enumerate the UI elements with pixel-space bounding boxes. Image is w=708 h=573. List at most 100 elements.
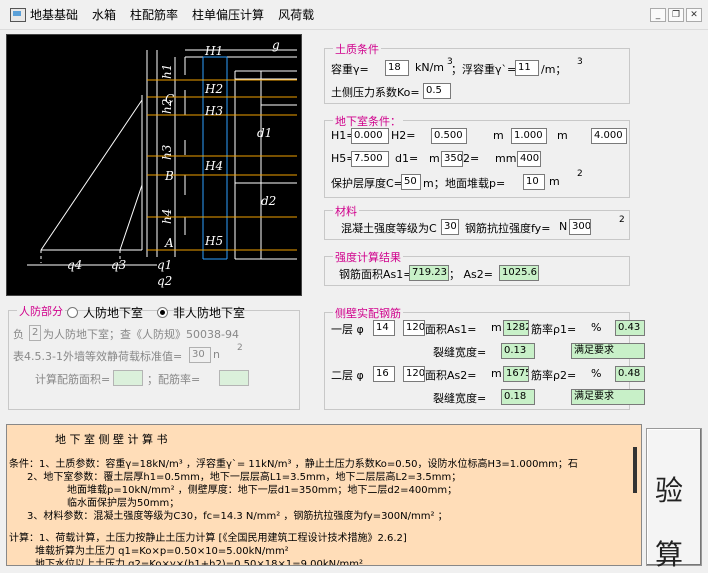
as1-label: 钢筋面积As1= <box>339 268 413 281</box>
menu-item-wind-load[interactable]: 风荷载 <box>278 6 314 23</box>
surcharge-label: 地面堆载p= <box>445 177 506 190</box>
civil-sup2: 2 <box>237 343 243 353</box>
buoyant-weight-label: ；浮容重γ`= <box>451 63 517 76</box>
layer1-diameter-input[interactable]: 14 <box>373 320 395 336</box>
civil-static-load-unit: n <box>213 348 220 361</box>
concrete-grade-input[interactable]: 30 <box>441 219 459 235</box>
k0-input[interactable]: 0.5 <box>423 83 451 99</box>
civil-defense-title: 人防部分 <box>17 303 65 319</box>
menu-item-foundation[interactable]: 地基基础 <box>30 6 78 23</box>
crack1-label: 裂缝宽度= <box>433 346 487 359</box>
diagram-label-d2: d2 <box>261 194 276 208</box>
minimize-button[interactable]: _ <box>650 8 666 22</box>
diagram-label-h3-upper: H3 <box>204 104 223 118</box>
civil-line1-prefix: 负 <box>13 328 24 341</box>
soil-title: 土质条件 <box>333 41 381 57</box>
diagram-label-d1: d1 <box>257 126 272 140</box>
radio-non-civil-basement[interactable] <box>157 307 168 318</box>
d1-input[interactable]: 350 <box>441 151 463 167</box>
verify-button-char2: 算 <box>655 538 684 571</box>
menu-item-column-ratio[interactable]: 柱配筋率 <box>130 6 178 23</box>
diagram-label-h3: h3 <box>160 144 174 160</box>
diagram-label-h4-upper: H4 <box>204 159 223 173</box>
buoyant-weight-unit: /m； <box>541 63 567 76</box>
h2-input[interactable]: 0.500 <box>431 128 467 144</box>
diagram-label-h2-upper: H2 <box>204 82 223 96</box>
as1-output: 719.23 <box>409 265 449 281</box>
report-line: 3、材料参数：混凝土强度等级为C30，fc=14.3 N/mm² ，钢筋抗拉强度… <box>27 511 448 522</box>
material-title: 材料 <box>333 203 359 219</box>
layer2-rho-output: 0.48 <box>615 366 645 382</box>
radio-civil-basement-label[interactable]: 人防地下室 <box>83 304 143 321</box>
wall-diagram: g H1 H2 H3 H4 H5 h1 h2 h3 h4 d1 d2 C B A… <box>6 34 302 296</box>
wall-diagram-svg: g H1 H2 H3 H4 H5 h1 h2 h3 h4 d1 d2 C B A… <box>27 38 297 288</box>
layer2-diameter-input[interactable]: 16 <box>373 366 395 382</box>
radio-civil-basement[interactable] <box>67 307 78 318</box>
close-button[interactable]: ✕ <box>686 8 702 22</box>
diagram-label-h1: h1 <box>160 64 174 79</box>
h3-unit: m <box>557 129 568 142</box>
h4-input[interactable]: 4.000 <box>591 128 627 144</box>
reinforcement-group: 侧壁实配钢筋 一层 φ 14 120 面积As1= m 1282. 筋率ρ1= … <box>324 305 645 410</box>
civil-rho-output <box>219 370 249 386</box>
crack1-output: 0.13 <box>501 343 535 359</box>
strength-group: 强度计算结果 钢筋面积As1= 719.23 ； As2= 1025.6 <box>324 249 630 286</box>
layer2-area-unit: m <box>491 367 502 380</box>
steel-strength-unit: N <box>559 220 568 233</box>
surcharge-input[interactable]: 10 <box>523 174 545 190</box>
diagram-label-h4: h4 <box>160 209 174 224</box>
h1-input[interactable]: 0.000 <box>351 128 389 144</box>
report-scrollbar[interactable] <box>633 447 637 493</box>
layer2-rho-unit: % <box>591 367 602 380</box>
app-icon[interactable] <box>10 7 26 22</box>
h3-input[interactable]: 1.000 <box>511 128 547 144</box>
layer2-spacing-input[interactable]: 120 <box>403 366 425 382</box>
civil-defense-group: 人防部分 人防地下室 非人防地下室 负 2 为人防地下室；查《人防规》50038… <box>8 303 300 410</box>
cover-input[interactable]: 50 <box>401 174 421 190</box>
verify-button-char1: 验 <box>655 474 684 507</box>
h5-input[interactable]: 7.500 <box>351 151 389 167</box>
civil-line1-text: 为人防地下室；查《人防规》50038-94 <box>43 328 239 341</box>
layer2-rho-label: 筋率ρ2= <box>531 369 577 382</box>
surcharge-sup: 2 <box>577 169 583 179</box>
civil-line2-text: 表4.5.3-1外墙等效静荷载标准值= <box>13 350 183 363</box>
diagram-label-c: C <box>165 92 174 106</box>
soil-group: 土质条件 容重γ= 18 kN/m 3 ；浮容重γ`= 11 /m； 3 土侧压… <box>324 41 630 104</box>
buoyant-weight-sup: 3 <box>577 57 583 67</box>
diagram-label-a: A <box>164 236 174 250</box>
steel-strength-input[interactable]: 300 <box>569 219 591 235</box>
material-group: 材料 混凝土强度等级为C 30 钢筋抗拉强度fy= N 300 2 <box>324 203 630 240</box>
h2-unit: m <box>493 129 504 142</box>
steel-strength-label: 钢筋抗拉强度fy= <box>465 222 551 235</box>
d2-input[interactable]: 400 <box>517 151 541 167</box>
layer2-area-label: 面积As2= <box>425 369 477 382</box>
civil-floor-input[interactable]: 2 <box>29 325 41 341</box>
radio-non-civil-basement-label[interactable]: 非人防地下室 <box>173 304 245 321</box>
menu-item-water-tank[interactable]: 水箱 <box>92 6 116 23</box>
diagram-label-q4: q4 <box>67 258 82 272</box>
civil-area-output <box>113 370 143 386</box>
diagram-label-q2: q2 <box>157 274 172 288</box>
menu-bar: 地基基础 水箱 柱配筋率 柱单偏压计算 风荷载 _ ❐ ✕ <box>0 0 708 30</box>
report-textarea[interactable]: 地 下 室 侧 壁 计 算 书 条件：1、土质参数：容重γ=18kN/m³ ，浮… <box>6 424 642 566</box>
unit-weight-label: 容重γ= <box>331 63 369 76</box>
unit-weight-input[interactable]: 18 <box>385 60 409 76</box>
verify-button[interactable]: 验 算 <box>646 428 702 571</box>
civil-static-load-input[interactable]: 30 <box>189 347 211 363</box>
surcharge-unit: m <box>549 175 560 188</box>
d1-unit: m <box>429 152 440 165</box>
layer1-label: 一层 φ <box>331 323 364 336</box>
as2-output: 1025.6 <box>499 265 539 281</box>
restore-button[interactable]: ❐ <box>668 8 684 22</box>
reinforcement-title: 侧壁实配钢筋 <box>333 305 403 321</box>
layer1-rho-output: 0.43 <box>615 320 645 336</box>
buoyant-weight-input[interactable]: 11 <box>515 60 539 76</box>
diagram-label-h1-upper: H1 <box>204 44 223 58</box>
crack1-status: 满足要求 <box>571 343 645 359</box>
k0-label: 土侧压力系数Ko= <box>331 86 420 99</box>
as2-label: ； As2= <box>449 268 493 281</box>
menu-item-column-eccentric[interactable]: 柱单偏压计算 <box>192 6 264 23</box>
layer1-spacing-input[interactable]: 120 <box>403 320 425 336</box>
h2-label: H2= <box>391 129 416 142</box>
layer1-rho-unit: % <box>591 321 602 334</box>
